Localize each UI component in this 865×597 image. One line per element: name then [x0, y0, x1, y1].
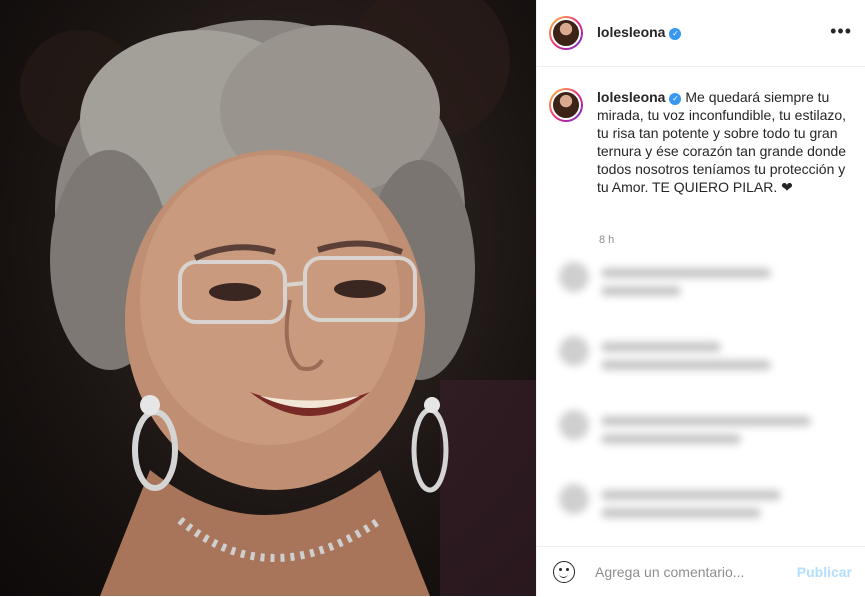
post-side-panel: lolesleona ✓ ••• lolesleona ✓ Me quedará s… [536, 0, 865, 596]
blurred-comment [549, 332, 861, 372]
emoji-smile [559, 572, 568, 578]
post-timestamp[interactable]: 8 h [599, 234, 614, 246]
comment-footer: Publicar [537, 546, 865, 597]
blurred-comments [549, 258, 861, 538]
avatar[interactable] [549, 16, 583, 50]
blurred-comment [549, 480, 861, 520]
blurred-avatar [559, 262, 589, 292]
blurred-comment [549, 406, 861, 446]
caption-verified-badge-icon: ✓ [669, 93, 682, 105]
blurred-line [601, 490, 781, 500]
blurred-line [601, 268, 771, 278]
header-username[interactable]: lolesleona [597, 24, 665, 40]
blurred-line [601, 434, 741, 444]
avatar-image [551, 18, 581, 48]
blurred-avatar [559, 336, 589, 366]
blurred-line [601, 342, 721, 352]
publish-button[interactable]: Publicar [797, 564, 852, 580]
caption-username[interactable]: lolesleona [597, 89, 665, 105]
caption-text-wrapper: lolesleona ✓ Me quedará siempre tu mirada… [597, 88, 857, 196]
post-header: lolesleona ✓ ••• [537, 0, 865, 67]
more-options-icon[interactable]: ••• [830, 22, 852, 40]
header-avatar[interactable] [549, 16, 583, 50]
blurred-line [601, 286, 681, 296]
caption-block: lolesleona ✓ Me quedará siempre tu mirada… [549, 88, 859, 196]
blurred-avatar [559, 410, 589, 440]
emoji-icon[interactable] [553, 561, 575, 583]
blurred-comment [549, 258, 861, 298]
caption-avatar-image [551, 90, 581, 120]
verified-badge-icon: ✓ [669, 28, 682, 40]
blurred-avatar [559, 484, 589, 514]
blurred-line [601, 416, 811, 426]
blurred-line [601, 360, 771, 370]
header-user: lolesleona ✓ [597, 24, 682, 42]
caption-avatar[interactable] [549, 88, 583, 122]
post-photo-illustration [20, 0, 536, 596]
blurred-line [601, 508, 761, 518]
post-image[interactable] [0, 0, 536, 596]
comment-input[interactable] [593, 563, 787, 581]
